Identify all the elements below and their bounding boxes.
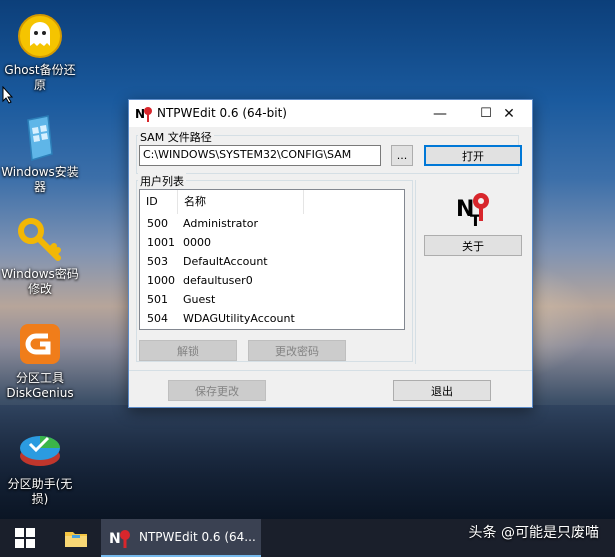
desktop-icon-windows-installer[interactable]: Windows安装器 bbox=[0, 114, 80, 195]
windows-installer-icon bbox=[16, 114, 64, 162]
desktop-icon-label: 分区助手(无损) bbox=[7, 477, 73, 506]
ntpwedit-logo-icon: N T bbox=[456, 190, 492, 230]
user-row[interactable]: 504 WDAGUtilityAccount bbox=[140, 309, 404, 328]
ghost-icon bbox=[16, 12, 64, 60]
desktop-icon-diskgenius[interactable]: 分区工具DiskGenius bbox=[0, 320, 80, 401]
window-titlebar[interactable]: N NTPWEdit 0.6 (64-bit) — ☐ ✕ bbox=[129, 100, 532, 128]
mouse-cursor-icon bbox=[2, 85, 14, 108]
svg-text:N: N bbox=[109, 531, 121, 547]
ntpwedit-window: N NTPWEdit 0.6 (64-bit) — ☐ ✕ SAM 文件路径 C… bbox=[128, 99, 533, 408]
sam-path-field[interactable]: C:\WINDOWS\SYSTEM32\CONFIG\SAM bbox=[139, 145, 381, 166]
user-id: 1001 bbox=[147, 236, 175, 249]
user-list[interactable]: ID 名称 500 Administrator 1001 0000 503 De… bbox=[139, 189, 405, 330]
user-list-group-label: 用户列表 bbox=[138, 173, 186, 189]
minimize-button[interactable]: — bbox=[417, 100, 463, 127]
sam-path-group-label: SAM 文件路径 bbox=[138, 129, 214, 145]
file-explorer-button[interactable] bbox=[52, 519, 100, 557]
browse-button[interactable]: ... bbox=[391, 145, 413, 166]
user-row[interactable]: 500 Administrator bbox=[140, 214, 404, 233]
user-name: DefaultAccount bbox=[183, 255, 268, 268]
desktop-icon-label: 分区工具DiskGenius bbox=[6, 371, 74, 400]
user-id: 500 bbox=[147, 217, 168, 230]
desktop-icon-label: Windows安装器 bbox=[1, 165, 79, 194]
user-id: 503 bbox=[147, 255, 168, 268]
folder-icon bbox=[65, 532, 87, 547]
start-button[interactable] bbox=[0, 519, 50, 557]
pane-divider bbox=[415, 180, 416, 364]
user-name: Guest bbox=[183, 293, 216, 306]
user-id: 1000 bbox=[147, 274, 175, 287]
user-name: defaultuser0 bbox=[183, 274, 253, 287]
watermark-text: 头条 @可能是只废喵 bbox=[468, 525, 599, 541]
user-row[interactable]: 501 Guest bbox=[140, 290, 404, 309]
windows-logo-icon bbox=[15, 528, 35, 548]
desktop-icon-partition-assistant[interactable]: 分区助手(无损) bbox=[0, 426, 80, 507]
desktop-icon-ghost[interactable]: Ghost备份还原 bbox=[0, 12, 80, 93]
ntpwedit-app-icon: N bbox=[135, 105, 153, 127]
exit-button[interactable]: 退出 bbox=[393, 380, 491, 401]
column-header-name[interactable]: 名称 bbox=[178, 190, 304, 214]
user-name: 0000 bbox=[183, 236, 211, 249]
user-row[interactable]: 1000 defaultuser0 bbox=[140, 271, 404, 290]
save-changes-button[interactable]: 保存更改 bbox=[168, 380, 266, 401]
desktop-icon-password[interactable]: Windows密码修改 bbox=[0, 216, 80, 297]
desktop-icon-label: Windows密码修改 bbox=[1, 267, 79, 296]
taskbar-app-label: NTPWEdit 0.6 (64... bbox=[139, 530, 256, 544]
user-row[interactable]: 503 DefaultAccount bbox=[140, 252, 404, 271]
user-row[interactable]: 1001 0000 bbox=[140, 233, 404, 252]
partition-assistant-icon bbox=[16, 426, 64, 474]
ntpwedit-taskbar-icon: N bbox=[109, 527, 131, 552]
open-button[interactable]: 打开 bbox=[424, 145, 522, 166]
diskgenius-icon bbox=[16, 320, 64, 368]
footer-divider bbox=[129, 370, 532, 371]
taskbar-ntpwedit-button[interactable]: N NTPWEdit 0.6 (64... bbox=[101, 519, 261, 557]
close-button[interactable]: ✕ bbox=[486, 100, 532, 127]
change-password-button[interactable]: 更改密码 bbox=[248, 340, 346, 361]
user-name: Administrator bbox=[183, 217, 258, 230]
window-title: NTPWEdit 0.6 (64-bit) bbox=[157, 106, 287, 120]
key-icon bbox=[16, 216, 64, 264]
sea-background bbox=[0, 405, 615, 520]
unlock-button[interactable]: 解锁 bbox=[139, 340, 237, 361]
user-id: 504 bbox=[147, 312, 168, 325]
user-id: 501 bbox=[147, 293, 168, 306]
user-name: WDAGUtilityAccount bbox=[183, 312, 295, 325]
column-header-id[interactable]: ID bbox=[140, 190, 178, 214]
svg-text:N: N bbox=[135, 107, 145, 121]
about-button[interactable]: 关于 bbox=[424, 235, 522, 256]
